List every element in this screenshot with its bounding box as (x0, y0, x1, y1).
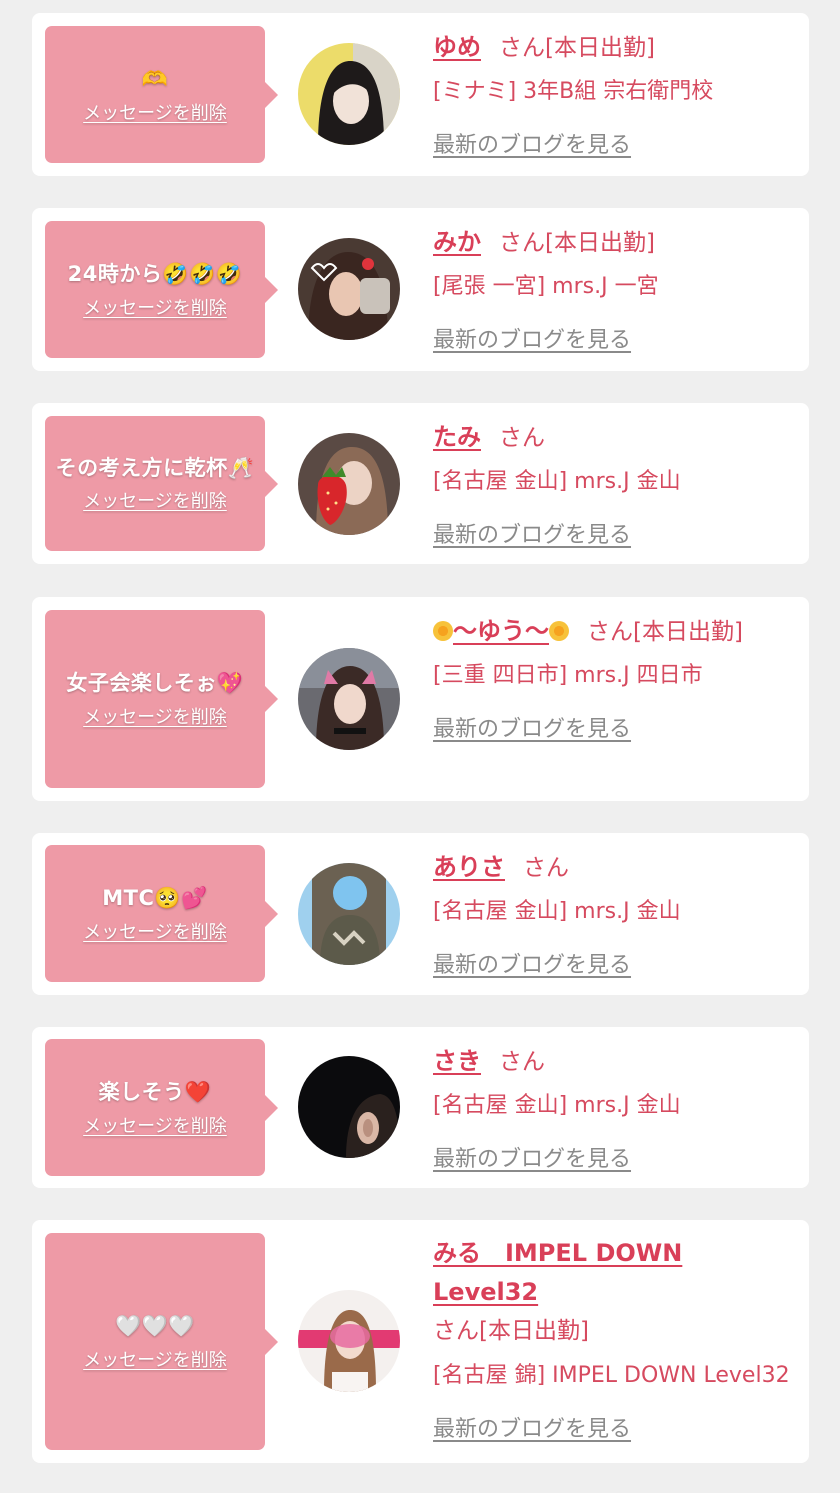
avatar[interactable] (298, 433, 400, 535)
delete-message-link[interactable]: メッセージを削除 (83, 99, 227, 129)
avatar[interactable] (298, 863, 400, 965)
delete-message-link[interactable]: メッセージを削除 (83, 487, 227, 517)
girl-name-link[interactable]: みか (433, 228, 481, 256)
shop-label: [名古屋 金山] mrs.J 金山 (433, 469, 681, 494)
status-text: さん[本日出勤] (433, 1318, 589, 1344)
flower-icon (433, 621, 453, 641)
profile-info: ありさ さん [名古屋 金山] mrs.J 金山 最新のブログを見る (433, 847, 793, 986)
status-text: さん[本日出勤] (499, 230, 655, 256)
message-card: 🤍🤍🤍 メッセージを削除 みる IMPEL DOWN Level32 さん[本日… (32, 1220, 809, 1463)
profile-info: みか さん[本日出勤] [尾張 一宮] mrs.J 一宮 最新のブログを見る (433, 222, 793, 361)
message-card: MTC🥺💕 メッセージを削除 ありさ さん [名古屋 金山] mrs.J 金山 最… (32, 833, 809, 995)
latest-blog-link[interactable]: 最新のブログを見る (433, 126, 631, 166)
delete-message-link[interactable]: メッセージを削除 (83, 1346, 227, 1376)
message-card: 楽しそう❤️ メッセージを削除 さき さん [名古屋 金山] mrs.J 金山 最… (32, 1027, 809, 1188)
latest-blog-link[interactable]: 最新のブログを見る (433, 1140, 631, 1180)
message-card: 🫶 メッセージを削除 ゆめ さん[本日出勤] [ミナミ] 3年B組 宗右衛門校 最… (32, 13, 809, 176)
avatar[interactable] (298, 238, 400, 340)
message-text: 24時から🤣🤣🤣 (67, 261, 243, 286)
avatar[interactable] (298, 1290, 400, 1392)
message-text: 🤍🤍🤍 (115, 1313, 195, 1338)
message-bubble: MTC🥺💕 メッセージを削除 (45, 845, 278, 982)
message-bubble: 🤍🤍🤍 メッセージを削除 (45, 1233, 278, 1450)
message-bubble: その考え方に乾杯🥂 メッセージを削除 (45, 416, 278, 551)
girl-name-link[interactable]: 〜ゆう〜 (453, 617, 549, 645)
shop-label: [尾張 一宮] mrs.J 一宮 (433, 274, 659, 299)
message-text: MTC🥺💕 (102, 885, 208, 910)
status-text: さん (523, 855, 569, 881)
message-bubble: 女子会楽しそぉ💖 メッセージを削除 (45, 610, 278, 788)
girl-name-link[interactable]: みる IMPEL DOWN Level32 (433, 1239, 682, 1306)
profile-info: みる IMPEL DOWN Level32 さん[本日出勤] [名古屋 錦] I… (433, 1234, 793, 1450)
profile-info: さき さん [名古屋 金山] mrs.J 金山 最新のブログを見る (433, 1041, 793, 1180)
message-card: 女子会楽しそぉ💖 メッセージを削除 〜ゆう〜 さん[本日出勤] [三重 四日市] … (32, 597, 809, 801)
message-bubble: 24時から🤣🤣🤣 メッセージを削除 (45, 221, 278, 358)
shop-label: [三重 四日市] mrs.J 四日市 (433, 663, 703, 688)
message-text: 楽しそう❤️ (98, 1079, 212, 1104)
message-text: その考え方に乾杯🥂 (55, 455, 255, 480)
latest-blog-link[interactable]: 最新のブログを見る (433, 516, 631, 556)
girl-name-link[interactable]: たみ (433, 423, 481, 451)
profile-info: 〜ゆう〜 さん[本日出勤] [三重 四日市] mrs.J 四日市 最新のブログを見… (433, 611, 793, 750)
latest-blog-link[interactable]: 最新のブログを見る (433, 710, 631, 750)
avatar[interactable] (298, 1056, 400, 1158)
status-text: さん[本日出勤] (499, 35, 655, 61)
shop-label: [名古屋 金山] mrs.J 金山 (433, 899, 681, 924)
girl-name-link[interactable]: さき (433, 1047, 481, 1075)
shop-label: [名古屋 金山] mrs.J 金山 (433, 1093, 681, 1118)
message-text: 女子会楽しそぉ💖 (66, 671, 244, 695)
flower-icon (549, 621, 569, 641)
status-text: さん[本日出勤] (587, 619, 743, 645)
message-bubble: 楽しそう❤️ メッセージを削除 (45, 1039, 278, 1176)
girl-name-link[interactable]: ありさ (433, 853, 505, 881)
delete-message-link[interactable]: メッセージを削除 (83, 918, 227, 948)
delete-message-link[interactable]: メッセージを削除 (83, 703, 227, 733)
shop-label: [ミナミ] 3年B組 宗右衛門校 (433, 79, 714, 104)
profile-info: ゆめ さん[本日出勤] [ミナミ] 3年B組 宗右衛門校 最新のブログを見る (433, 27, 793, 166)
avatar[interactable] (298, 648, 400, 750)
status-text: さん (499, 1049, 545, 1075)
latest-blog-link[interactable]: 最新のブログを見る (433, 321, 631, 361)
shop-label: [名古屋 錦] IMPEL DOWN Level32 (433, 1363, 790, 1388)
avatar[interactable] (298, 43, 400, 145)
latest-blog-link[interactable]: 最新のブログを見る (433, 1410, 631, 1450)
delete-message-link[interactable]: メッセージを削除 (83, 294, 227, 324)
message-text: 🫶 (141, 66, 169, 91)
girl-name-link[interactable]: ゆめ (433, 33, 481, 61)
latest-blog-link[interactable]: 最新のブログを見る (433, 946, 631, 986)
message-card: 24時から🤣🤣🤣 メッセージを削除 みか さん[本日出勤] [尾張 一宮] mrs… (32, 208, 809, 371)
message-bubble: 🫶 メッセージを削除 (45, 26, 278, 163)
message-card: その考え方に乾杯🥂 メッセージを削除 たみ さん [名古屋 金山] mrs.J 金… (32, 403, 809, 564)
status-text: さん (499, 425, 545, 451)
delete-message-link[interactable]: メッセージを削除 (83, 1112, 227, 1142)
profile-info: たみ さん [名古屋 金山] mrs.J 金山 最新のブログを見る (433, 417, 793, 556)
